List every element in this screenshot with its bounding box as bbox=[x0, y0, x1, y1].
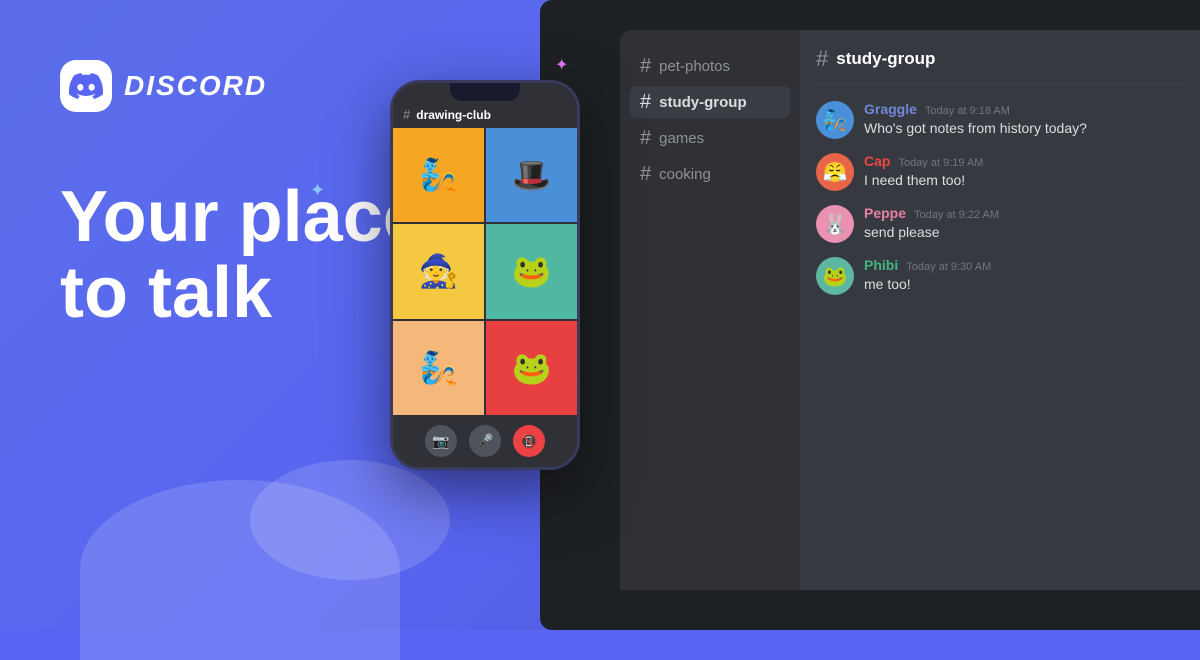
message-phibi: 🐸 Phibi Today at 9:30 AM me too! bbox=[816, 257, 1184, 295]
video-avatar-4: 🐸 bbox=[512, 252, 552, 290]
end-call-button[interactable]: 📵 bbox=[513, 425, 545, 457]
phone-controls[interactable]: 📷 🎤 📵 bbox=[393, 415, 577, 467]
discord-wordmark: DISCORD bbox=[124, 70, 267, 102]
video-cell-2: 🎩 bbox=[486, 128, 577, 222]
message-content-cap: Cap Today at 9:19 AM I need them too! bbox=[864, 153, 1184, 191]
author-name-phibi: Phibi bbox=[864, 257, 898, 273]
message-content-peppe: Peppe Today at 9:22 AM send please bbox=[864, 205, 1184, 243]
video-button[interactable]: 📷 bbox=[425, 425, 457, 457]
chat-hash-icon: # bbox=[816, 46, 828, 72]
message-cap: 😤 Cap Today at 9:19 AM I need them too! bbox=[816, 153, 1184, 191]
channel-item-study-group[interactable]: # study-group bbox=[630, 86, 790, 118]
message-content-phibi: Phibi Today at 9:30 AM me too! bbox=[864, 257, 1184, 295]
tagline-text: Your place to talk bbox=[60, 180, 423, 331]
tagline: Your place to talk bbox=[60, 180, 423, 331]
avatar-emoji-cap: 😤 bbox=[823, 160, 848, 185]
phone-channel-name: drawing-club bbox=[416, 108, 491, 122]
video-avatar-5: 🧞 bbox=[419, 349, 459, 387]
discord-logo: DISCORD bbox=[60, 60, 267, 112]
message-time-cap: Today at 9:19 AM bbox=[898, 157, 983, 169]
message-peppe: 🐰 Peppe Today at 9:22 AM send please bbox=[816, 205, 1184, 243]
avatar-emoji-peppe: 🐰 bbox=[823, 212, 848, 237]
laptop-background: ✦ # pet-photos # study-group # games # c… bbox=[540, 0, 1200, 630]
video-cell-1: 🧞 bbox=[393, 128, 484, 222]
chat-header: # study-group bbox=[816, 46, 1184, 85]
video-avatar-6: 🐸 bbox=[512, 349, 552, 387]
channel-item-cooking[interactable]: # cooking bbox=[630, 158, 790, 190]
discord-icon bbox=[60, 60, 112, 112]
author-name-peppe: Peppe bbox=[864, 205, 906, 221]
channel-item-pet-photos[interactable]: # pet-photos bbox=[630, 50, 790, 82]
chat-area: # study-group 🧞 Graggle Today at 9:18 AM… bbox=[800, 30, 1200, 590]
hash-icon: # bbox=[640, 164, 651, 184]
channel-item-games[interactable]: # games bbox=[630, 122, 790, 154]
avatar-peppe: 🐰 bbox=[816, 205, 854, 243]
message-content-graggle: Graggle Today at 9:18 AM Who's got notes… bbox=[864, 101, 1184, 139]
video-avatar-3: 🧙 bbox=[419, 252, 459, 290]
message-header-graggle: Graggle Today at 9:18 AM bbox=[864, 101, 1184, 117]
author-name-graggle: Graggle bbox=[864, 101, 917, 117]
avatar-cap: 😤 bbox=[816, 153, 854, 191]
mute-button[interactable]: 🎤 bbox=[469, 425, 501, 457]
avatar-graggle: 🧞 bbox=[816, 101, 854, 139]
avatar-phibi: 🐸 bbox=[816, 257, 854, 295]
avatar-emoji-graggle: 🧞 bbox=[823, 108, 848, 133]
message-text-phibi: me too! bbox=[864, 275, 1184, 295]
hash-icon: # bbox=[640, 128, 651, 148]
hash-icon: # bbox=[640, 92, 651, 112]
sparkle-laptop-icon: ✦ bbox=[555, 55, 568, 75]
channel-name-cooking: cooking bbox=[659, 166, 711, 183]
chat-channel-name: study-group bbox=[836, 49, 935, 69]
phone-container: # drawing-club 🧞 🎩 🧙 🐸 🧞 bbox=[390, 80, 590, 470]
avatar-emoji-phibi: 🐸 bbox=[823, 264, 848, 289]
author-name-cap: Cap bbox=[864, 153, 890, 169]
message-time-graggle: Today at 9:18 AM bbox=[925, 105, 1010, 117]
video-cell-6: 🐸 bbox=[486, 321, 577, 415]
end-call-icon: 📵 bbox=[520, 433, 537, 450]
message-header-peppe: Peppe Today at 9:22 AM bbox=[864, 205, 1184, 221]
message-text-graggle: Who's got notes from history today? bbox=[864, 119, 1184, 139]
channel-name-games: games bbox=[659, 130, 704, 147]
phone-notch bbox=[450, 83, 520, 101]
cloud-decoration-2 bbox=[250, 460, 450, 580]
message-text-cap: I need them too! bbox=[864, 171, 1184, 191]
laptop-screen: # pet-photos # study-group # games # coo… bbox=[620, 30, 1200, 590]
phone: # drawing-club 🧞 🎩 🧙 🐸 🧞 bbox=[390, 80, 580, 470]
channel-sidebar: # pet-photos # study-group # games # coo… bbox=[620, 30, 800, 590]
video-grid: 🧞 🎩 🧙 🐸 🧞 🐸 bbox=[393, 128, 577, 415]
video-avatar-2: 🎩 bbox=[512, 156, 552, 194]
video-cell-4: 🐸 bbox=[486, 224, 577, 318]
phone-hash-icon: # bbox=[403, 107, 410, 122]
message-graggle: 🧞 Graggle Today at 9:18 AM Who's got not… bbox=[816, 101, 1184, 139]
message-header-cap: Cap Today at 9:19 AM bbox=[864, 153, 1184, 169]
video-avatar-1: 🧞 bbox=[419, 156, 459, 194]
hash-icon: # bbox=[640, 56, 651, 76]
video-cell-5: 🧞 bbox=[393, 321, 484, 415]
mic-icon: 🎤 bbox=[476, 433, 493, 450]
message-time-peppe: Today at 9:22 AM bbox=[914, 209, 999, 221]
message-time-phibi: Today at 9:30 AM bbox=[906, 261, 991, 273]
phone-screen: # drawing-club 🧞 🎩 🧙 🐸 🧞 bbox=[393, 83, 577, 467]
message-header-phibi: Phibi Today at 9:30 AM bbox=[864, 257, 1184, 273]
video-icon: 📷 bbox=[432, 433, 449, 450]
message-text-peppe: send please bbox=[864, 223, 1184, 243]
channel-name-study-group: study-group bbox=[659, 94, 747, 111]
video-cell-3: 🧙 bbox=[393, 224, 484, 318]
channel-name-pet-photos: pet-photos bbox=[659, 58, 730, 75]
